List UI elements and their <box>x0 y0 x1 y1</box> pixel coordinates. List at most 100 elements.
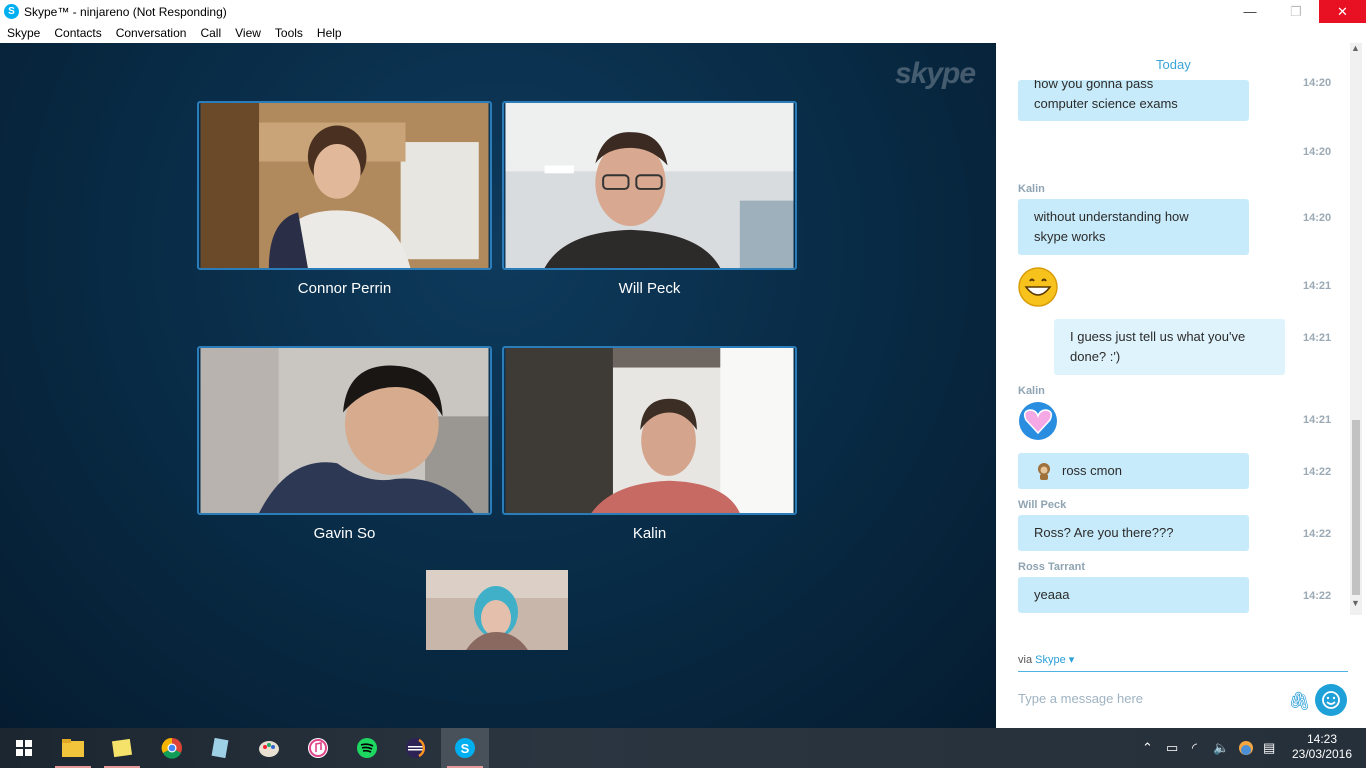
message-text: without understanding how <box>1034 209 1189 224</box>
windows-logo-icon <box>16 740 32 756</box>
taskbar-notes-app[interactable] <box>196 728 244 768</box>
taskbar-eclipse[interactable] <box>392 728 440 768</box>
smiley-icon <box>1322 691 1340 709</box>
wifi-icon[interactable]: ◜ <box>1192 728 1197 768</box>
message-text: skype works <box>1034 229 1106 244</box>
menu-call[interactable]: Call <box>193 26 228 40</box>
scroll-down-arrow-icon[interactable]: ▼ <box>1351 598 1360 608</box>
folder-icon <box>62 739 84 757</box>
taskbar-chrome[interactable] <box>148 728 196 768</box>
chat-scrollbar[interactable]: ▲ ▼ <box>1350 43 1362 615</box>
clock-time: 14:23 <box>1306 732 1338 746</box>
message-text: how you gonna pass <box>1034 80 1154 91</box>
message-timestamp: 14:21 <box>1303 280 1332 292</box>
message-sender: Ross Tarrant <box>1018 561 1086 573</box>
message-text: ross cmon <box>1062 463 1122 478</box>
menu-contacts[interactable]: Contacts <box>47 26 108 40</box>
menu-conversation[interactable]: Conversation <box>109 26 194 40</box>
skype-logo-watermark: skype <box>895 57 976 90</box>
battery-icon[interactable]: ▭ <box>1166 728 1178 768</box>
message-timestamp: 14:21 <box>1303 332 1332 344</box>
message-bubble[interactable]: ross cmon <box>1018 453 1249 489</box>
message-bubble[interactable]: yeaaa <box>1018 577 1249 613</box>
start-button[interactable] <box>0 728 48 768</box>
maximize-button[interactable]: ❐ <box>1273 0 1319 23</box>
message-timestamp: 14:22 <box>1303 466 1332 478</box>
action-center-icon[interactable]: ▤ <box>1263 728 1275 768</box>
paperclip-icon[interactable]: 🖇 <box>1288 691 1311 712</box>
message-timestamp: 14:22 <box>1303 590 1332 602</box>
paint-palette-icon <box>259 741 279 757</box>
video-feed <box>200 348 489 513</box>
weather-icon[interactable] <box>1238 728 1254 768</box>
taskbar-itunes[interactable] <box>294 728 342 768</box>
menu-tools[interactable]: Tools <box>268 26 310 40</box>
video-feed <box>505 348 794 513</box>
skype-icon: S <box>455 738 475 758</box>
video-tile-will-peck[interactable] <box>502 101 797 270</box>
message-bubble-own[interactable]: I guess just tell us what you've done? :… <box>1054 319 1285 375</box>
clock-date: 23/03/2016 <box>1291 747 1353 761</box>
window-title: Skype™ - ninjareno (Not Responding) <box>24 4 227 19</box>
video-feed <box>505 103 794 268</box>
message-sender: Will Peck <box>1018 499 1067 511</box>
message-sender: Kalin <box>1018 183 1045 195</box>
video-tile-kalin[interactable] <box>502 346 797 515</box>
taskbar-paint[interactable] <box>245 728 293 768</box>
message-text: Ross? Are you there??? <box>1034 525 1174 540</box>
skype-app-icon: S <box>4 4 19 19</box>
itunes-icon <box>308 738 328 758</box>
scroll-up-arrow-icon[interactable]: ▲ <box>1351 43 1360 53</box>
video-call-area: skype Connor Perrin Will Peck Gavin So K… <box>0 43 996 728</box>
volume-icon[interactable]: 🔈 <box>1213 728 1229 768</box>
message-timestamp: 14:20 <box>1303 212 1332 224</box>
video-tile-connor-perrin[interactable] <box>197 101 492 270</box>
windows-taskbar: S ⌃ ▭ ◜ 🔈 ▤ 14:23 23/03/2016 <box>0 728 1366 768</box>
taskbar-skype[interactable]: S <box>441 728 489 768</box>
menu-help[interactable]: Help <box>310 26 349 40</box>
grin-emoticon-icon[interactable] <box>1018 267 1058 307</box>
taskbar-spotify[interactable] <box>343 728 391 768</box>
message-timestamp: 14:22 <box>1303 528 1332 540</box>
message-text: done? :') <box>1070 349 1121 364</box>
via-skype-selector[interactable]: via Skype ▾ <box>1018 653 1074 666</box>
date-divider: Today <box>1156 57 1191 72</box>
message-input[interactable] <box>1018 691 1278 706</box>
message-bubble[interactable]: without understanding how skype works <box>1018 199 1249 255</box>
self-view-video[interactable] <box>426 570 568 650</box>
video-feed <box>200 103 489 268</box>
message-timestamp: 14:20 <box>1303 77 1332 89</box>
participant-name: Kalin <box>632 525 667 542</box>
menu-view[interactable]: View <box>228 26 268 40</box>
video-tile-gavin-so[interactable] <box>197 346 492 515</box>
message-text: computer science exams <box>1034 96 1178 111</box>
weather-glyph <box>1239 741 1253 755</box>
emoticon-picker-button[interactable] <box>1315 684 1347 716</box>
menu-bar: Skype Contacts Conversation Call View To… <box>0 23 1366 43</box>
message-bubble[interactable]: how you gonna pass computer science exam… <box>1018 80 1249 121</box>
message-text: I guess just tell us what you've <box>1070 329 1246 344</box>
taskbar-file-explorer[interactable] <box>49 728 97 768</box>
participant-name: Connor Perrin <box>297 280 392 297</box>
scrollbar-thumb[interactable] <box>1352 420 1360 595</box>
message-timestamp: 14:21 <box>1303 414 1332 426</box>
show-hidden-icons-chevron-icon[interactable]: ⌃ <box>1142 728 1153 768</box>
close-button[interactable]: ✕ <box>1319 0 1366 23</box>
menu-skype[interactable]: Skype <box>0 26 47 40</box>
message-timestamp: 14:20 <box>1303 146 1332 158</box>
svg-text:S: S <box>461 741 470 756</box>
notebook-icon <box>211 737 229 759</box>
participant-name: Will Peck <box>618 280 681 297</box>
message-bubble[interactable]: Ross? Are you there??? <box>1018 515 1249 551</box>
eclipse-icon <box>406 738 426 758</box>
chat-panel: Today how you gonna pass computer scienc… <box>996 43 1366 728</box>
via-skype-link[interactable]: Skype ▾ <box>1035 654 1074 666</box>
message-sender: Kalin <box>1018 385 1045 397</box>
participant-name: Gavin So <box>313 525 376 542</box>
taskbar-clock[interactable]: 14:23 23/03/2016 <box>1286 732 1358 762</box>
sticky-notes-icon <box>111 738 133 758</box>
heart-emoticon-icon[interactable] <box>1018 401 1058 441</box>
taskbar-sticky-notes[interactable] <box>98 728 146 768</box>
title-bar: S Skype™ - ninjareno (Not Responding) — … <box>0 0 1366 23</box>
minimize-button[interactable]: — <box>1227 0 1273 23</box>
